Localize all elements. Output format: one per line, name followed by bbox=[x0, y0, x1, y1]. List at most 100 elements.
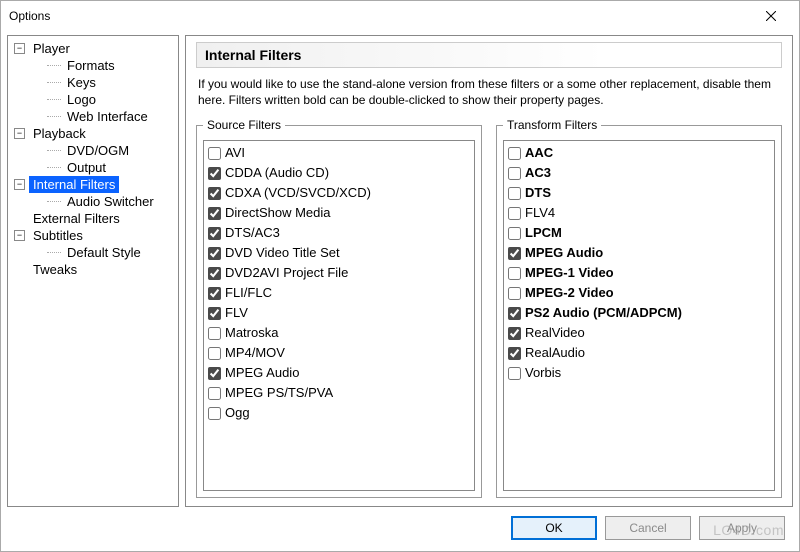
tree-item-label[interactable]: Internal Filters bbox=[29, 176, 119, 193]
filter-checkbox[interactable] bbox=[208, 347, 221, 360]
filter-checkbox[interactable] bbox=[208, 227, 221, 240]
filter-checkbox[interactable] bbox=[508, 287, 521, 300]
tree-item[interactable]: Output bbox=[8, 159, 178, 176]
tree-item[interactable]: Audio Switcher bbox=[8, 193, 178, 210]
filter-label: DirectShow Media bbox=[225, 203, 331, 223]
list-item[interactable]: Matroska bbox=[206, 323, 472, 343]
tree-item-label[interactable]: Playback bbox=[29, 125, 90, 142]
collapse-icon[interactable]: − bbox=[14, 179, 25, 190]
tree-item[interactable]: Tweaks bbox=[8, 261, 178, 278]
filter-label: RealVideo bbox=[525, 323, 585, 343]
list-item[interactable]: MPEG PS/TS/PVA bbox=[206, 383, 472, 403]
tree-connector bbox=[47, 82, 61, 83]
filter-checkbox[interactable] bbox=[208, 367, 221, 380]
list-item[interactable]: Ogg bbox=[206, 403, 472, 423]
tree-item[interactable]: Formats bbox=[8, 57, 178, 74]
filter-checkbox[interactable] bbox=[208, 247, 221, 260]
tree-spacer bbox=[32, 77, 43, 88]
tree-spacer bbox=[32, 111, 43, 122]
tree-item[interactable]: −Playback bbox=[8, 125, 178, 142]
filter-checkbox[interactable] bbox=[508, 327, 521, 340]
list-item[interactable]: RealVideo bbox=[506, 323, 772, 343]
filter-checkbox[interactable] bbox=[208, 327, 221, 340]
tree-item-label[interactable]: Output bbox=[63, 159, 110, 176]
list-item[interactable]: FLV4 bbox=[506, 203, 772, 223]
tree-item[interactable]: Logo bbox=[8, 91, 178, 108]
filter-checkbox[interactable] bbox=[508, 187, 521, 200]
close-button[interactable] bbox=[751, 3, 791, 29]
tree-item-label[interactable]: DVD/OGM bbox=[63, 142, 133, 159]
tree-item[interactable]: Web Interface bbox=[8, 108, 178, 125]
tree-item-label[interactable]: Formats bbox=[63, 57, 119, 74]
transform-filters-list[interactable]: AACAC3DTSFLV4LPCMMPEG AudioMPEG-1 VideoM… bbox=[503, 140, 775, 491]
filter-checkbox[interactable] bbox=[208, 267, 221, 280]
filter-checkbox[interactable] bbox=[208, 387, 221, 400]
list-item[interactable]: DTS/AC3 bbox=[206, 223, 472, 243]
list-item[interactable]: DTS bbox=[506, 183, 772, 203]
tree-item[interactable]: External Filters bbox=[8, 210, 178, 227]
tree-item-label[interactable]: Keys bbox=[63, 74, 100, 91]
filter-label: MPEG-1 Video bbox=[525, 263, 614, 283]
filter-checkbox[interactable] bbox=[208, 147, 221, 160]
transform-filters-legend: Transform Filters bbox=[503, 118, 601, 132]
list-item[interactable]: AC3 bbox=[506, 163, 772, 183]
list-item[interactable]: FLI/FLC bbox=[206, 283, 472, 303]
source-filters-group: Source Filters AVICDDA (Audio CD)CDXA (V… bbox=[196, 118, 482, 498]
list-item[interactable]: MP4/MOV bbox=[206, 343, 472, 363]
list-item[interactable]: FLV bbox=[206, 303, 472, 323]
filter-checkbox[interactable] bbox=[208, 207, 221, 220]
filter-checkbox[interactable] bbox=[508, 367, 521, 380]
tree-item-label[interactable]: Web Interface bbox=[63, 108, 152, 125]
tree-item-label[interactable]: Player bbox=[29, 40, 74, 57]
list-item[interactable]: Vorbis bbox=[506, 363, 772, 383]
filter-checkbox[interactable] bbox=[508, 147, 521, 160]
filter-checkbox[interactable] bbox=[508, 347, 521, 360]
tree-item-label[interactable]: Tweaks bbox=[29, 261, 81, 278]
tree-item[interactable]: Default Style bbox=[8, 244, 178, 261]
apply-button[interactable]: Apply bbox=[699, 516, 785, 540]
collapse-icon[interactable]: − bbox=[14, 43, 25, 54]
tree-item[interactable]: −Internal Filters bbox=[8, 176, 178, 193]
filter-checkbox[interactable] bbox=[508, 227, 521, 240]
filter-checkbox[interactable] bbox=[208, 307, 221, 320]
filter-checkbox[interactable] bbox=[508, 307, 521, 320]
tree-connector bbox=[47, 99, 61, 100]
filter-checkbox[interactable] bbox=[208, 167, 221, 180]
collapse-icon[interactable]: − bbox=[14, 128, 25, 139]
tree-item[interactable]: −Player bbox=[8, 40, 178, 57]
list-item[interactable]: AAC bbox=[506, 143, 772, 163]
tree-item-label[interactable]: Default Style bbox=[63, 244, 145, 261]
list-item[interactable]: DirectShow Media bbox=[206, 203, 472, 223]
cancel-button[interactable]: Cancel bbox=[605, 516, 691, 540]
category-tree[interactable]: −PlayerFormatsKeysLogoWeb Interface−Play… bbox=[7, 35, 179, 507]
list-item[interactable]: MPEG-2 Video bbox=[506, 283, 772, 303]
collapse-icon[interactable]: − bbox=[14, 230, 25, 241]
list-item[interactable]: CDXA (VCD/SVCD/XCD) bbox=[206, 183, 472, 203]
filter-checkbox[interactable] bbox=[508, 267, 521, 280]
list-item[interactable]: MPEG Audio bbox=[206, 363, 472, 383]
source-filters-list[interactable]: AVICDDA (Audio CD)CDXA (VCD/SVCD/XCD)Dir… bbox=[203, 140, 475, 491]
list-item[interactable]: PS2 Audio (PCM/ADPCM) bbox=[506, 303, 772, 323]
list-item[interactable]: MPEG-1 Video bbox=[506, 263, 772, 283]
list-item[interactable]: DVD2AVI Project File bbox=[206, 263, 472, 283]
tree-item-label[interactable]: Audio Switcher bbox=[63, 193, 158, 210]
tree-item[interactable]: DVD/OGM bbox=[8, 142, 178, 159]
list-item[interactable]: MPEG Audio bbox=[506, 243, 772, 263]
tree-item[interactable]: Keys bbox=[8, 74, 178, 91]
filter-checkbox[interactable] bbox=[208, 287, 221, 300]
list-item[interactable]: CDDA (Audio CD) bbox=[206, 163, 472, 183]
filter-checkbox[interactable] bbox=[508, 167, 521, 180]
list-item[interactable]: RealAudio bbox=[506, 343, 772, 363]
list-item[interactable]: AVI bbox=[206, 143, 472, 163]
ok-button[interactable]: OK bbox=[511, 516, 597, 540]
tree-item-label[interactable]: Subtitles bbox=[29, 227, 87, 244]
filter-checkbox[interactable] bbox=[508, 247, 521, 260]
list-item[interactable]: LPCM bbox=[506, 223, 772, 243]
filter-checkbox[interactable] bbox=[208, 187, 221, 200]
filter-checkbox[interactable] bbox=[208, 407, 221, 420]
tree-item-label[interactable]: Logo bbox=[63, 91, 100, 108]
tree-item-label[interactable]: External Filters bbox=[29, 210, 124, 227]
list-item[interactable]: DVD Video Title Set bbox=[206, 243, 472, 263]
filter-checkbox[interactable] bbox=[508, 207, 521, 220]
tree-item[interactable]: −Subtitles bbox=[8, 227, 178, 244]
